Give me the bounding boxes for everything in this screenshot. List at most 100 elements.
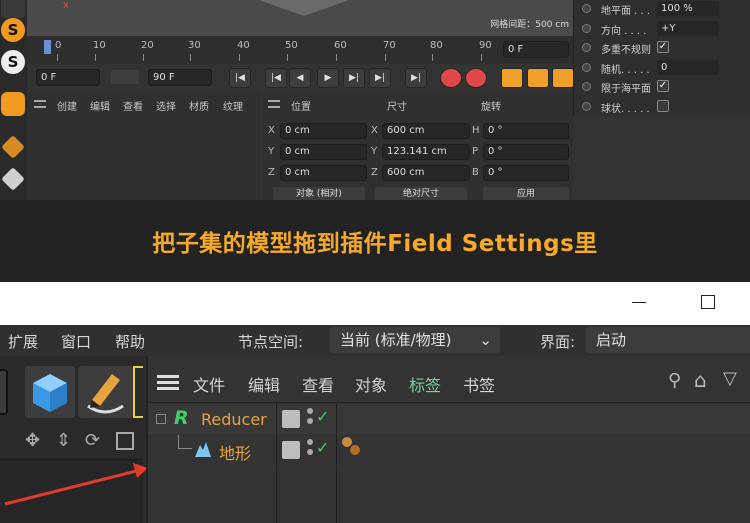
end-frame-field[interactable]: 90 F	[148, 69, 212, 86]
visibility-dot-bottom[interactable]	[307, 449, 313, 455]
object-name[interactable]: 地形	[219, 440, 251, 464]
attribute-checkbox[interactable]: ✓	[657, 41, 669, 53]
menu-window[interactable]: 窗口	[61, 331, 91, 352]
animate-radio-icon[interactable]	[582, 62, 591, 72]
menu-material[interactable]: 材质	[189, 98, 209, 113]
tool-icon[interactable]	[1, 0, 25, 18]
interface-select[interactable]: 启动	[586, 327, 750, 353]
object-row-reducer[interactable]: R Reducer ✓	[148, 404, 750, 434]
snap-s-icon[interactable]: S	[1, 18, 25, 42]
prev-key-icon[interactable]: |◀	[265, 68, 287, 88]
attribute-field[interactable]: +Y	[657, 20, 719, 36]
node-space-select[interactable]: 当前 (标准/物理) ⌄	[330, 327, 500, 353]
menu-edit[interactable]: 编辑	[90, 98, 110, 113]
pos-z-field[interactable]: 0 cm	[280, 165, 367, 181]
rot-p-field[interactable]: 0 °	[483, 144, 569, 160]
filter-icon[interactable]: ▽	[723, 368, 737, 389]
workplane-icon[interactable]	[1, 135, 25, 159]
next-key-icon[interactable]: ▶|	[369, 68, 391, 88]
size-x-field[interactable]: 600 cm	[382, 123, 470, 139]
move-key-icon[interactable]	[527, 68, 549, 88]
size-mode-dropdown[interactable]: 绝对尺寸	[375, 187, 467, 200]
size-z-field[interactable]: 600 cm	[382, 165, 470, 181]
attribute-field[interactable]: 0	[657, 59, 719, 75]
animate-radio-icon[interactable]	[582, 23, 591, 33]
record-icon[interactable]	[440, 68, 462, 88]
interface-value: 启动	[596, 331, 627, 349]
rot-b-field[interactable]: 0 °	[483, 165, 569, 181]
animate-radio-icon[interactable]	[582, 4, 591, 13]
animate-radio-icon[interactable]	[582, 43, 591, 52]
magnet-icon[interactable]	[1, 92, 25, 116]
size-y-field[interactable]: 123.141 cm	[382, 144, 470, 160]
animate-radio-icon[interactable]	[582, 101, 591, 111]
om-menu-view[interactable]: 查看	[302, 372, 334, 396]
om-menu-edit[interactable]: 编辑	[248, 372, 280, 396]
cube-button[interactable]	[25, 366, 75, 418]
autokey-icon[interactable]	[465, 68, 487, 88]
grid-spacing-label: 网格间距：500 cm	[490, 20, 569, 30]
rot-h-label: H	[472, 125, 480, 136]
zoom-view-icon[interactable]: ⇕	[56, 430, 71, 451]
coord-mode-dropdown[interactable]: 对象 (相对)	[273, 187, 365, 200]
animate-radio-icon[interactable]	[582, 82, 591, 91]
timeline-ruler[interactable]: 0 10 20 30 40 50 60 70 80 90 0 F	[27, 36, 573, 64]
apply-button[interactable]: 应用	[483, 187, 569, 200]
om-menu-icon[interactable]	[157, 375, 179, 390]
attribute-field[interactable]: 100 %	[657, 1, 719, 16]
visibility-dot-bottom[interactable]	[307, 418, 313, 424]
next-frame-icon[interactable]: ▶|	[343, 68, 365, 88]
visibility-dot-top[interactable]	[307, 439, 313, 445]
goto-start-icon[interactable]: |◀	[229, 68, 251, 88]
viewport[interactable]: x 网格间距：500 cm	[27, 0, 573, 36]
move-view-icon[interactable]: ✥	[25, 430, 40, 451]
snap-settings-icon[interactable]: S	[1, 50, 25, 74]
attribute-checkbox[interactable]: ✓	[657, 80, 669, 92]
prev-frame-icon[interactable]: ◀	[289, 68, 311, 88]
menu-texture[interactable]: 纹理	[223, 98, 243, 113]
grid-icon[interactable]	[1, 167, 25, 191]
coord-menu-icon[interactable]	[268, 100, 280, 108]
menu-create[interactable]: 创建	[57, 98, 77, 113]
play-icon[interactable]: ▶	[317, 68, 339, 88]
attribute-checkbox[interactable]	[657, 99, 669, 112]
object-manager: 文件 编辑 查看 对象 标签 书签 ⚲ ⌂ ▽ R Reducer ✓ 地形 ✓	[146, 356, 750, 523]
menu-view[interactable]: 查看	[123, 98, 143, 113]
om-menu-file[interactable]: 文件	[193, 372, 225, 396]
keyframe-icon[interactable]	[501, 68, 523, 88]
material-tag-icon-2[interactable]	[350, 445, 360, 455]
om-menu-tags[interactable]: 标签	[409, 372, 441, 396]
rot-h-field[interactable]: 0 °	[483, 123, 569, 139]
enabled-check-icon[interactable]: ✓	[316, 407, 329, 426]
layer-icon[interactable]	[282, 441, 300, 459]
home-icon[interactable]: ⌂	[694, 368, 707, 392]
menu-extensions[interactable]: 扩展	[8, 331, 38, 352]
om-menu-bookmarks[interactable]: 书签	[463, 372, 495, 396]
rotate-view-icon[interactable]: ⟳	[85, 430, 100, 451]
playhead-marker[interactable]	[44, 40, 51, 54]
pen-tool-icon	[87, 374, 124, 414]
maximize-view-icon[interactable]	[116, 432, 134, 450]
current-frame-field[interactable]: 0 F	[503, 41, 569, 58]
start-frame-field[interactable]: 0 F	[36, 69, 100, 86]
layer-icon[interactable]	[282, 410, 300, 428]
minimize-icon[interactable]	[632, 302, 646, 303]
expand-icon[interactable]	[156, 414, 166, 424]
enabled-check-icon[interactable]: ✓	[316, 438, 329, 457]
range-slider[interactable]	[111, 70, 139, 84]
om-menu-object[interactable]: 对象	[355, 372, 387, 396]
visibility-dot-top[interactable]	[307, 408, 313, 414]
menu-icon[interactable]	[34, 100, 46, 108]
search-icon[interactable]: ⚲	[668, 370, 681, 391]
pos-x-field[interactable]: 0 cm	[280, 123, 367, 139]
goto-end-icon[interactable]: ▶|	[405, 68, 427, 88]
menu-help[interactable]: 帮助	[115, 331, 145, 352]
tool-slot[interactable]	[0, 369, 8, 415]
object-row-terrain[interactable]: 地形 ✓	[148, 435, 750, 465]
pos-y-field[interactable]: 0 cm	[280, 144, 367, 160]
menu-select[interactable]: 选择	[156, 98, 176, 113]
object-name[interactable]: Reducer	[201, 410, 267, 429]
pen-button[interactable]	[78, 366, 133, 418]
maximize-icon[interactable]	[701, 295, 715, 309]
scale-key-icon[interactable]	[552, 68, 574, 88]
